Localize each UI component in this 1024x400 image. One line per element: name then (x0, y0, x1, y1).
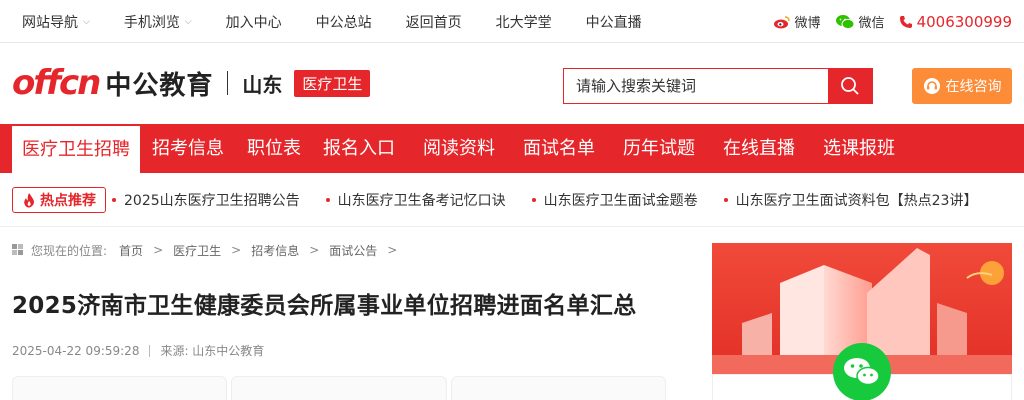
wechat-icon (844, 358, 880, 386)
search-button[interactable] (828, 69, 872, 103)
chevron-down-icon: ⌵ (184, 16, 192, 27)
page-title: 2025济南市卫生健康委员会所属事业单位招聘进面名单汇总 (12, 293, 637, 319)
location-icon (12, 244, 23, 255)
nav-past-exams[interactable]: 历年试题 (623, 124, 695, 173)
top-nav-mobile[interactable]: 手机浏览 ⌵ (124, 12, 192, 32)
content-tab[interactable] (12, 376, 228, 400)
nav-interview-list[interactable]: 面试名单 (523, 124, 595, 173)
article-source: 来源: 山东中公教育 (160, 344, 265, 358)
nav-medical-recruit[interactable]: 医疗卫生招聘 (12, 126, 140, 175)
phone-link[interactable]: 4006300999 (899, 13, 1012, 31)
nav-exam-info[interactable]: 招考信息 (152, 124, 224, 173)
header: offcn 中公教育 山东 医疗卫生 在线咨询 (0, 43, 1024, 124)
breadcrumb-item[interactable]: 首页 (119, 242, 143, 259)
top-nav-pku[interactable]: 北大学堂 (496, 12, 552, 32)
logo-en: offcn (12, 63, 101, 103)
publish-date: 2025-04-22 09:59:28 (12, 343, 140, 358)
content-tab[interactable] (231, 376, 447, 400)
hot-bar: 热点推荐 2025山东医疗卫生招聘公告 山东医疗卫生备考记忆口诀 山东医疗卫生面… (0, 173, 1024, 227)
article-meta: 2025-04-22 09:59:28 来源: 山东中公教育 (12, 342, 264, 359)
breadcrumb: 您现在的位置: 首页 > 医疗卫生 > 招考信息 > 面试公告 > (12, 242, 407, 258)
phone-icon (899, 15, 912, 28)
province-label: 山东 (242, 72, 283, 97)
wechat-icon (835, 14, 855, 29)
hot-link[interactable]: 2025山东医疗卫生招聘公告 (112, 190, 300, 210)
wechat-float-button[interactable] (833, 343, 891, 400)
search-icon (841, 77, 859, 95)
search-input[interactable] (564, 69, 828, 103)
nav-registration[interactable]: 报名入口 (323, 124, 395, 173)
top-nav-home[interactable]: 返回首页 (406, 12, 462, 32)
nav-position-table[interactable]: 职位表 (247, 124, 301, 173)
hot-badge: 热点推荐 (12, 187, 106, 213)
top-nav-live[interactable]: 中公直播 (586, 12, 642, 32)
nav-reading[interactable]: 阅读资料 (423, 124, 495, 173)
search-box (563, 68, 873, 104)
top-nav-join[interactable]: 加入中心 (226, 12, 282, 32)
nav-live[interactable]: 在线直播 (723, 124, 795, 173)
content-tabs (12, 376, 670, 400)
wechat-link[interactable]: 微信 (835, 12, 885, 31)
breadcrumb-item[interactable]: 面试公告 (329, 242, 377, 259)
logo-cn: 中公教育 (105, 70, 214, 101)
breadcrumb-label: 您现在的位置: (31, 243, 108, 258)
hot-link[interactable]: 山东医疗卫生面试资料包【热点23讲】 (723, 190, 977, 210)
category-tag: 医疗卫生 (294, 69, 371, 97)
logo[interactable]: offcn 中公教育 山东 医疗卫生 (12, 63, 371, 103)
content-tab[interactable] (450, 376, 666, 400)
hot-link[interactable]: 山东医疗卫生备考记忆口诀 (325, 190, 506, 210)
flame-icon (24, 193, 34, 208)
logo-divider (227, 71, 229, 95)
hot-link[interactable]: 山东医疗卫生面试金题卷 (531, 190, 698, 210)
main-nav: 医疗卫生招聘 招考信息 职位表 报名入口 阅读资料 面试名单 历年试题 在线直播… (0, 124, 1024, 175)
top-bar: 网站导航 ⌵ 手机浏览 ⌵ 加入中心 中公总站 返回首页 北大学堂 中公直播 微博 … (0, 0, 1024, 43)
phone-number: 4006300999 (916, 12, 1012, 31)
headset-icon (923, 78, 940, 94)
nav-courses[interactable]: 选课报班 (823, 124, 895, 173)
weibo-icon (773, 15, 790, 28)
breadcrumb-item[interactable]: 医疗卫生 (173, 242, 221, 259)
weibo-link[interactable]: 微博 (773, 12, 821, 31)
top-nav-main-site[interactable]: 中公总站 (316, 12, 372, 32)
top-nav-site-guide[interactable]: 网站导航 ⌵ (22, 12, 90, 32)
chevron-down-icon: ⌵ (83, 16, 90, 27)
breadcrumb-item[interactable]: 招考信息 (251, 242, 299, 259)
online-consult-button[interactable]: 在线咨询 (912, 68, 1012, 104)
top-nav: 网站导航 ⌵ 手机浏览 ⌵ 加入中心 中公总站 返回首页 北大学堂 中公直播 (22, 0, 676, 43)
